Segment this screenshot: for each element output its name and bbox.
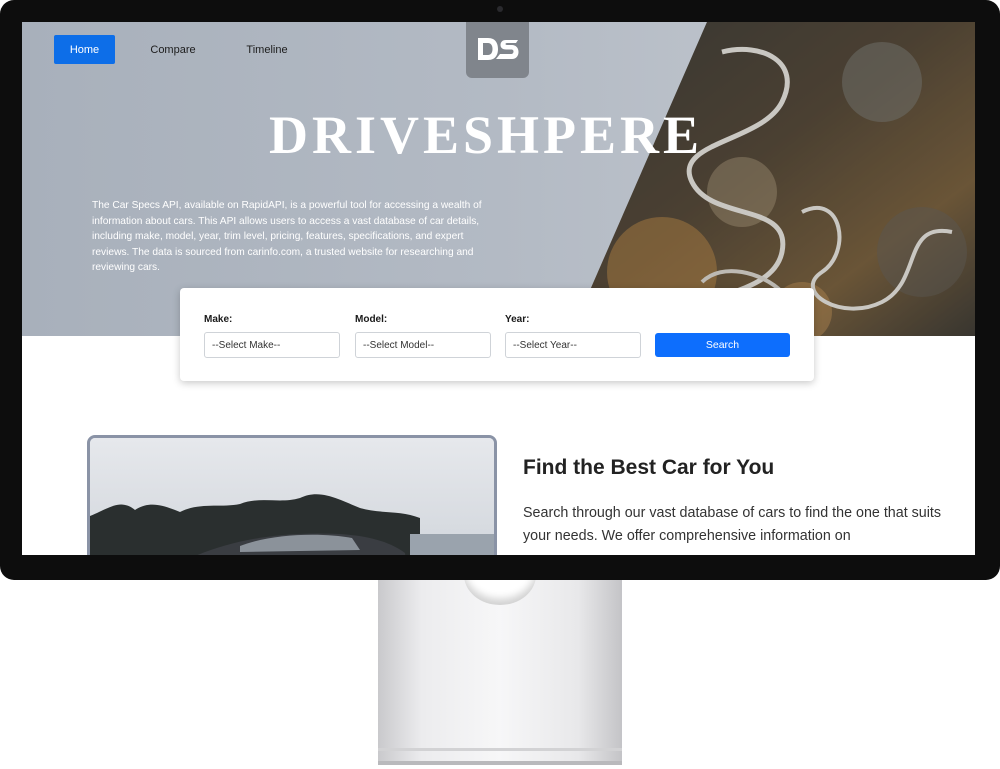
browser-screen: Home Compare Timeline DRIVESHPERE The Ca…	[22, 22, 975, 555]
search-card: Make: --Select Make-- Model: --Select Mo…	[180, 288, 814, 381]
hero-description: The Car Specs API, available on RapidAPI…	[92, 200, 482, 274]
year-select[interactable]: --Select Year--	[505, 332, 641, 358]
make-select[interactable]: --Select Make--	[204, 332, 340, 358]
search-button[interactable]: Search	[655, 333, 790, 357]
nav-home-link[interactable]: Home	[54, 35, 115, 64]
section-heading: Find the Best Car for You	[523, 456, 775, 479]
nav-timeline-link[interactable]: Timeline	[231, 35, 303, 64]
car-photo	[90, 438, 494, 555]
year-label: Year:	[505, 314, 530, 325]
ds-logo-icon	[477, 38, 518, 60]
site-logo[interactable]	[466, 22, 529, 78]
model-select[interactable]: --Select Model--	[355, 332, 491, 358]
main-nav: Home Compare Timeline	[54, 35, 303, 65]
car-image	[87, 435, 497, 555]
monitor-bezel: Home Compare Timeline DRIVESHPERE The Ca…	[0, 0, 1000, 580]
camera-icon	[497, 6, 503, 12]
model-label: Model:	[355, 314, 388, 325]
section-text: Search through our vast database of cars…	[523, 505, 942, 544]
make-label: Make:	[204, 314, 233, 325]
brand-title: DRIVESHPERE	[269, 105, 704, 165]
stand-base	[378, 748, 622, 751]
nav-compare-link[interactable]: Compare	[115, 35, 231, 64]
